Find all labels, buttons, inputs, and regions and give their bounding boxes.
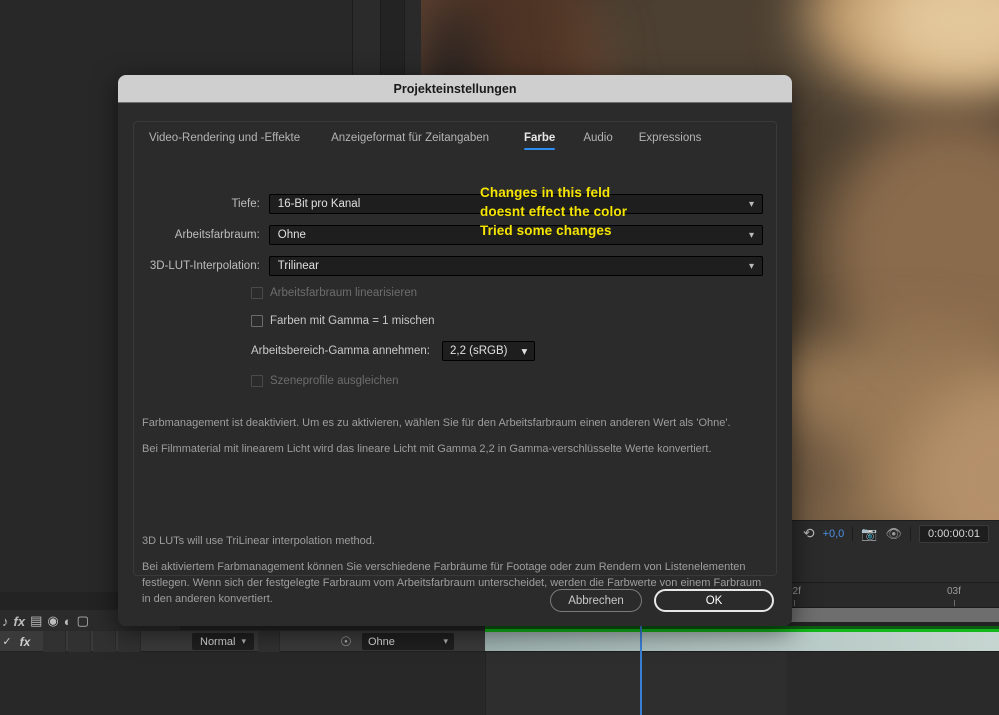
cancel-button[interactable]: Abbrechen [550,589,642,612]
ok-button[interactable]: OK [654,589,774,612]
chevron-down-icon: ▾ [241,636,246,647]
select-tiefe-value: 16-Bit pro Kanal [278,198,360,210]
tab-video-rendering[interactable]: Video-Rendering und -Effekte [149,132,300,150]
chevron-down-icon: ▾ [522,344,528,358]
camera-icon[interactable]: 📷 [861,526,877,542]
screen-root: ⟲ +0,0 📷 👁 0:00:00:01 02f 03f Modus T Be… [0,0,999,715]
divider [852,527,853,541]
dialog-footer: Abbrechen OK [118,589,792,612]
dialog-title: Projekteinstellungen [394,82,517,96]
field-row-arbeitsfarbraum: Arbeitsfarbraum: Ohne ▾ [134,225,763,245]
select-arbeitsfarbraum-value: Ohne [278,229,306,241]
select-lut-interpolation-value: Trilinear [278,260,319,272]
ruler-tick [954,600,955,606]
timeline-boundary-line [485,652,486,715]
shy-icon[interactable]: ◉ [47,613,58,629]
timeline-graph-region-right [787,652,999,715]
timeline-clip[interactable] [485,632,999,652]
snapshot-rotate-icon[interactable]: ⟲ [803,525,815,542]
dialog-tabs: Video-Rendering und -Effekte Anzeigeform… [134,122,778,160]
show-snapshot-icon[interactable]: 👁 [885,526,902,542]
ruler-tick-label: 03f [947,586,961,597]
chevron-down-icon: ▾ [749,261,754,272]
project-settings-dialog: Projekteinstellungen Video-Rendering und… [118,75,792,626]
checkbox-row-blend-gamma[interactable]: Farben mit Gamma = 1 mischen [251,315,435,327]
divider [910,527,911,541]
checkbox-row-linearize[interactable]: Arbeitsfarbraum linearisieren [251,287,417,299]
checkbox-row-scene-profiles[interactable]: Szeneprofile ausgleichen [251,375,399,387]
current-timecode[interactable]: 0:00:00:01 [919,525,989,543]
field-row-lut-interpolation: 3D-LUT-Interpolation: Trilinear ▾ [134,256,763,276]
annotation-line-2: doesnt effect the color [480,202,627,221]
blend-mode-value: Normal [200,636,235,648]
dialog-content-panel: Video-Rendering und -Effekte Anzeigeform… [133,121,777,576]
layer-visibility-check-icon[interactable]: ✓ [0,631,14,652]
label-tiefe: Tiefe: [134,198,260,210]
checkbox-blend-gamma[interactable] [251,315,263,327]
layer-switch-4[interactable] [118,631,141,652]
chevron-down-icon: ▾ [749,230,754,241]
solo-icon[interactable]: ▤ [30,613,42,629]
parent-value: Ohne [368,636,395,648]
3d-layer-icon[interactable]: ▢ [77,613,89,629]
blend-mode-select[interactable]: Normal ▾ [192,633,254,650]
select-gamma-value: 2,2 (sRGB) [450,345,508,357]
dialog-titlebar[interactable]: Projekteinstellungen [118,75,792,103]
description-linear-light: Bei Filmmaterial mit linearem Licht wird… [142,442,762,458]
dialog-body: Video-Rendering und -Effekte Anzeigeform… [118,103,792,626]
label-lut-interpolation: 3D-LUT-Interpolation: [134,260,260,272]
adjustment-icon[interactable]: ◐ [64,614,72,629]
checkbox-linearize[interactable] [251,287,263,299]
chevron-down-icon: ▾ [443,636,448,647]
layer-switch-3[interactable] [93,631,116,652]
tab-audio[interactable]: Audio [583,132,612,150]
tab-expressions[interactable]: Expressions [639,132,702,150]
gamma-row: Arbeitsbereich-Gamma annehmen: 2,2 (sRGB… [251,341,535,361]
chevron-down-icon: ▾ [749,199,754,210]
fx-icon[interactable]: fx [14,614,26,629]
select-lut-interpolation[interactable]: Trilinear ▾ [269,256,763,276]
track-matte-icon[interactable]: ☉ [334,631,358,652]
gamma-label: Arbeitsbereich-Gamma annehmen: [251,345,430,357]
annotation-line-3: Tried some changes [480,221,627,240]
layer-switch-1[interactable] [43,631,66,652]
label-arbeitsfarbraum: Arbeitsfarbraum: [134,229,260,241]
user-annotation-overlay: Changes in this feld doesnt effect the c… [480,183,627,240]
description-color-management-disabled: Farbmanagement ist deaktiviert. Um es zu… [142,416,762,432]
tab-farbe[interactable]: Farbe [524,132,555,150]
exposure-value[interactable]: +0,0 [823,528,845,540]
field-row-tiefe: Tiefe: 16-Bit pro Kanal ▾ [134,194,763,214]
checkbox-scene-profiles-label: Szeneprofile ausgleichen [270,375,399,387]
annotation-line-1: Changes in this feld [480,183,627,202]
audio-icon[interactable]: ♪ [2,614,9,629]
checkbox-linearize-label: Arbeitsfarbraum linearisieren [270,287,417,299]
layer-t-switch[interactable] [258,631,280,652]
ruler-tick [794,600,795,606]
parent-select[interactable]: Ohne ▾ [362,633,454,650]
checkbox-blend-gamma-label: Farben mit Gamma = 1 mischen [270,315,435,327]
layer-switch-2[interactable] [68,631,91,652]
select-gamma[interactable]: 2,2 (sRGB) ▾ [442,341,535,361]
tab-display-format[interactable]: Anzeigeformat für Zeitangaben [331,132,489,150]
checkbox-scene-profiles[interactable] [251,375,263,387]
layer-fx-icon[interactable]: fx [14,631,36,652]
description-3d-luts: 3D LUTs will use TriLinear interpolation… [142,534,762,550]
